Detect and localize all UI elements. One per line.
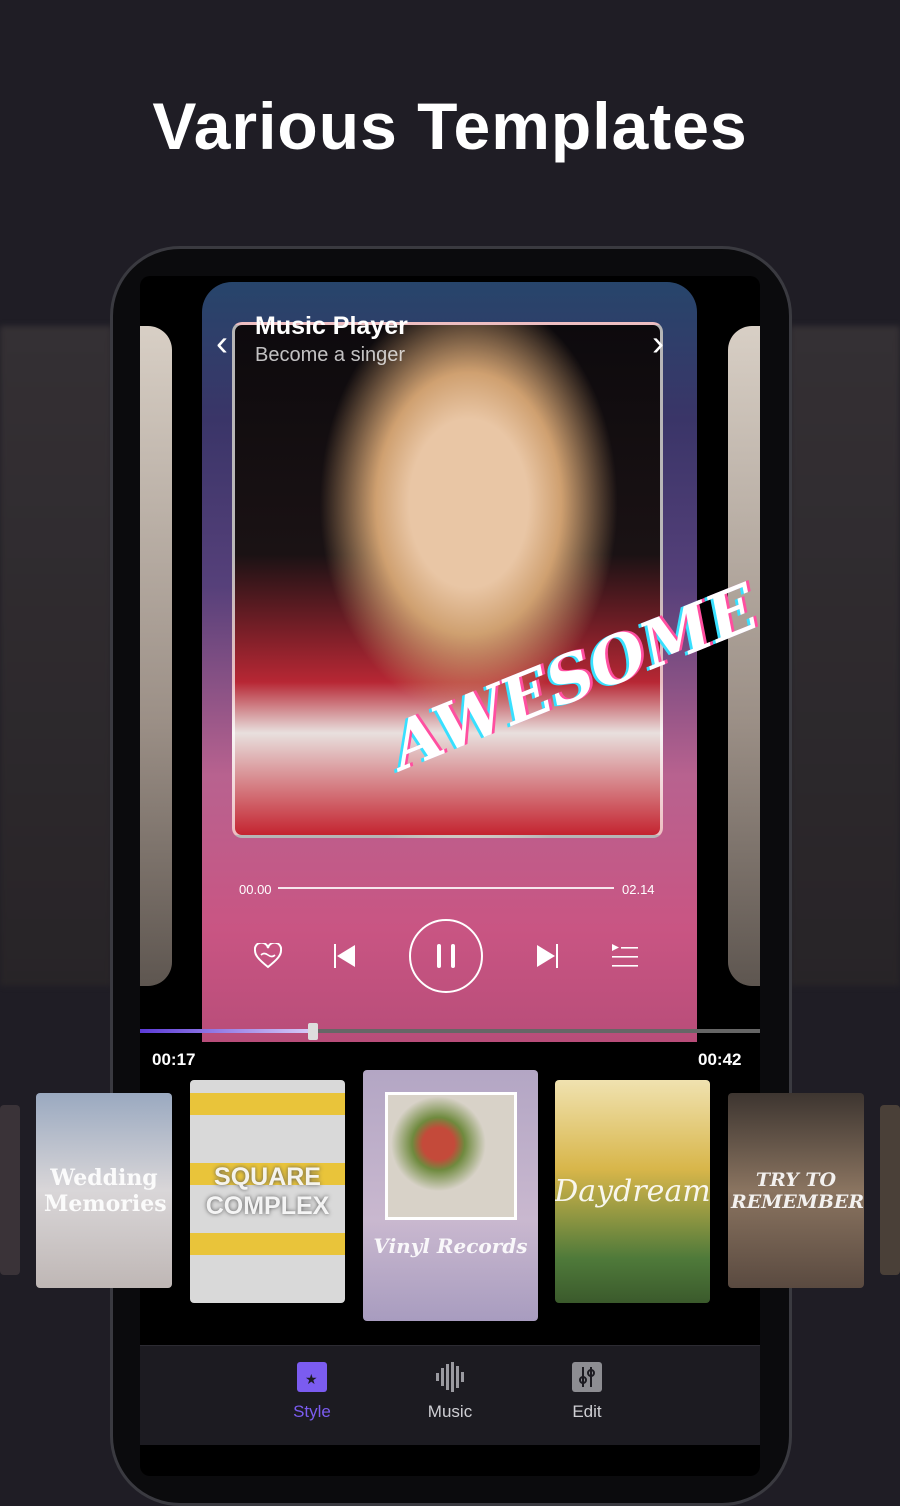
template-label: SQUARE COMPLEX [205,1162,330,1220]
previous-icon[interactable] [320,930,370,982]
sliders-icon [572,1362,602,1392]
player-subtitle: Become a singer [255,344,406,366]
headline: Various Templates [152,89,748,163]
current-time: 00:17 [152,1050,196,1069]
template-label: Wedding Memories [44,1164,167,1217]
pause-icon-bar [451,944,455,968]
template-label: Vinyl Records [373,1234,528,1258]
nav-style[interactable]: ★ Style [267,1362,357,1422]
nav-label: Style [293,1402,331,1421]
template-item[interactable]: SQUARE COMPLEX [190,1080,345,1303]
timeline-progress [140,1029,313,1033]
template-item[interactable]: Wedding Memories [36,1093,172,1288]
player-time-end: 02.14 [622,882,655,897]
playlist-icon[interactable] [600,930,650,982]
template-partial-left[interactable] [0,1105,20,1275]
template-label: TRY TO REMEMBER [731,1168,864,1213]
template-item[interactable]: TRY TO REMEMBER [728,1093,864,1288]
pause-button[interactable] [409,919,483,993]
clapperboard-icon: ★ [297,1362,327,1392]
chevron-right-icon[interactable]: › [652,322,664,364]
player-title: Music Player [255,312,408,340]
total-time: 00:42 [698,1050,742,1069]
player-time-start: 00.00 [239,882,272,897]
waveform-icon [435,1362,465,1392]
template-label: Daydream [555,1174,710,1209]
nav-label: Music [427,1402,473,1421]
template-partial-right[interactable] [880,1105,900,1275]
background-blur-left [0,326,112,986]
template-item-selected[interactable]: Vinyl Records [363,1070,538,1321]
pause-icon [437,944,441,968]
heart-icon[interactable] [243,930,293,982]
nav-label: Edit [572,1402,602,1421]
prev-template-preview[interactable] [140,326,172,986]
nav-music[interactable]: Music [405,1362,495,1422]
chevron-left-icon[interactable]: ‹ [216,322,228,364]
vinyl-photo [384,1092,517,1220]
nav-edit[interactable]: Edit [542,1362,632,1422]
next-template-preview[interactable] [728,326,760,986]
template-item[interactable]: Daydream [555,1080,710,1303]
timeline-handle[interactable] [307,1023,318,1040]
player-progress-bar [278,887,614,889]
background-blur-right [790,326,900,986]
next-icon[interactable] [522,930,572,982]
